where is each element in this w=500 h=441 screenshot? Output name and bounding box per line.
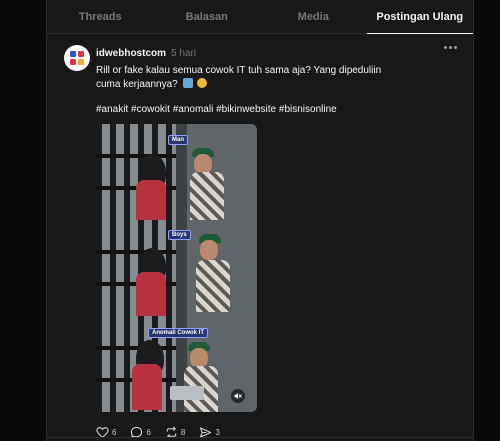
video-label-boys: Boys — [168, 230, 191, 240]
video-label-man: Man — [168, 135, 188, 145]
post-time: 5 hari — [171, 47, 197, 59]
thread-post[interactable]: idwebhostcom 5 hari Rill or fake kalau s… — [47, 34, 473, 440]
profile-feed-panel: Threads Balasan Media Postingan Ulang id… — [46, 0, 474, 441]
more-options-icon[interactable] — [444, 46, 457, 49]
tab-threads[interactable]: Threads — [47, 0, 154, 33]
post-video[interactable]: Man Boys Anomali Cowok IT — [96, 124, 257, 412]
video-label-anomali: Anomali Cowok IT — [148, 328, 209, 338]
tongue-wink-emoji-icon — [197, 78, 208, 88]
post-hashtags[interactable]: #anakit #cowokit #anomali #bikinwebsite … — [96, 104, 459, 115]
post-divider — [47, 437, 473, 438]
tab-media[interactable]: Media — [260, 0, 367, 33]
post-caption: Rill or fake kalau semua cowok IT tuh sa… — [96, 64, 406, 92]
avatar[interactable] — [64, 45, 90, 71]
profile-tabs: Threads Balasan Media Postingan Ulang — [47, 0, 473, 34]
share-count: 3 — [215, 427, 220, 437]
tab-balasan[interactable]: Balasan — [154, 0, 261, 33]
post-username[interactable]: idwebhostcom — [96, 48, 166, 59]
video-panel-man: Man — [96, 124, 257, 220]
laptop-technologist-emoji-icon — [182, 78, 193, 88]
tab-postingan-ulang[interactable]: Postingan Ulang — [366, 0, 474, 34]
mute-button[interactable] — [231, 389, 245, 403]
caption-text: Rill or fake kalau semua cowok IT tuh sa… — [96, 65, 382, 90]
like-count: 6 — [112, 427, 117, 437]
idwebhost-logo-icon — [70, 51, 84, 65]
reply-count: 6 — [146, 427, 151, 437]
right-gutter — [474, 0, 500, 441]
video-panel-boys: Boys — [96, 220, 257, 316]
repost-count: 8 — [180, 427, 186, 437]
left-gutter — [0, 0, 46, 441]
speaker-muted-icon — [234, 393, 242, 399]
